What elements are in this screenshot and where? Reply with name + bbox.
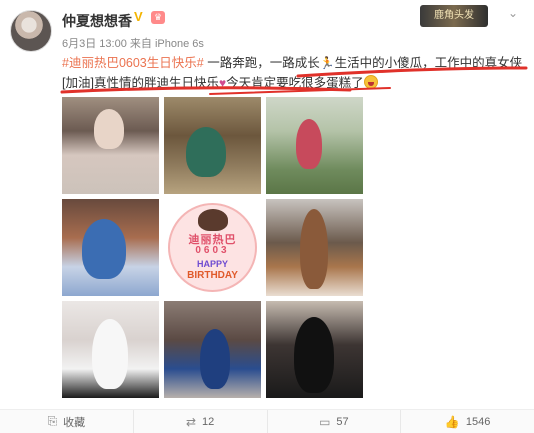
birthday-date: 0603 <box>195 245 230 256</box>
favorite-button[interactable]: ⎘ 收藏 <box>0 410 134 433</box>
cartoon-face <box>198 209 228 231</box>
chevron-down-icon[interactable]: ⌄ <box>505 6 521 22</box>
post-text-part1: 一路奔跑，一路成长 <box>203 56 320 70</box>
runner-emoji-icon: 🏃 <box>319 56 335 70</box>
comment-button[interactable]: ▭ 57 <box>268 410 402 433</box>
photo-thumbnail[interactable] <box>266 97 363 194</box>
photo-thumbnail[interactable] <box>62 301 159 398</box>
post-text-part2: 生活中的小傻瓜，工作中的真女侠 <box>334 56 523 70</box>
photo-thumbnail[interactable] <box>164 97 261 194</box>
author-name[interactable]: 仲夏想想香 <box>62 11 132 31</box>
post-text-part3: 真性情的胖迪生日快乐 <box>93 76 219 90</box>
repost-count: 12 <box>202 415 215 428</box>
member-badge-icon[interactable]: ♛ <box>151 11 165 24</box>
post-text-part4: 今天肯定要吃很多蛋糕了 <box>226 76 364 90</box>
vip-v-icon[interactable]: V <box>134 10 148 24</box>
post-timestamp[interactable]: 6月3日 13:00 <box>62 38 127 50</box>
photo-thumbnail[interactable] <box>266 199 363 296</box>
post-meta: 6月3日 13:00 来自 iPhone 6s <box>62 35 204 51</box>
birthday-happy: HAPPY <box>196 259 228 269</box>
photo-thumbnail[interactable] <box>62 97 159 194</box>
action-bar: ⎘ 收藏 ⇄ 12 ▭ 57 👍 1546 <box>0 409 534 433</box>
photo-thumbnail[interactable] <box>62 199 159 296</box>
emoji-jiayou: [加油] <box>62 76 94 90</box>
repost-icon: ⇄ <box>185 414 197 429</box>
photo-thumbnail[interactable] <box>266 301 363 398</box>
like-count: 1546 <box>465 415 491 428</box>
photo-thumbnail[interactable] <box>164 301 261 398</box>
weibo-post: 仲夏想想香 V ♛ 6月3日 13:00 来自 iPhone 6s 鹿角头发 ⌄… <box>0 0 534 433</box>
like-icon: 👍 <box>444 414 460 429</box>
post-text: #迪丽热巴0603生日快乐# 一路奔跑，一路成长🏃生活中的小傻瓜，工作中的真女侠… <box>62 53 524 93</box>
comment-count: 57 <box>336 415 349 428</box>
laugh-face-emoji-icon <box>363 75 378 89</box>
birthday-graphic[interactable]: 迪丽热巴 0603 HAPPY BIRTHDAY <box>164 199 261 296</box>
avatar[interactable] <box>10 10 52 52</box>
post-source: 来自 iPhone 6s <box>129 38 204 50</box>
like-button[interactable]: 👍 1546 <box>401 410 534 433</box>
repost-button[interactable]: ⇄ 12 <box>134 410 268 433</box>
comment-icon: ▭ <box>319 414 331 429</box>
hashtag-link[interactable]: #迪丽热巴0603生日快乐# <box>62 56 204 70</box>
photo-grid: 迪丽热巴 0603 HAPPY BIRTHDAY <box>62 97 365 399</box>
favorite-label: 收藏 <box>63 416 86 429</box>
share-icon: ⎘ <box>47 414 58 428</box>
card-decoration-badge[interactable]: 鹿角头发 <box>420 5 488 27</box>
birthday-text: BIRTHDAY <box>187 270 238 281</box>
